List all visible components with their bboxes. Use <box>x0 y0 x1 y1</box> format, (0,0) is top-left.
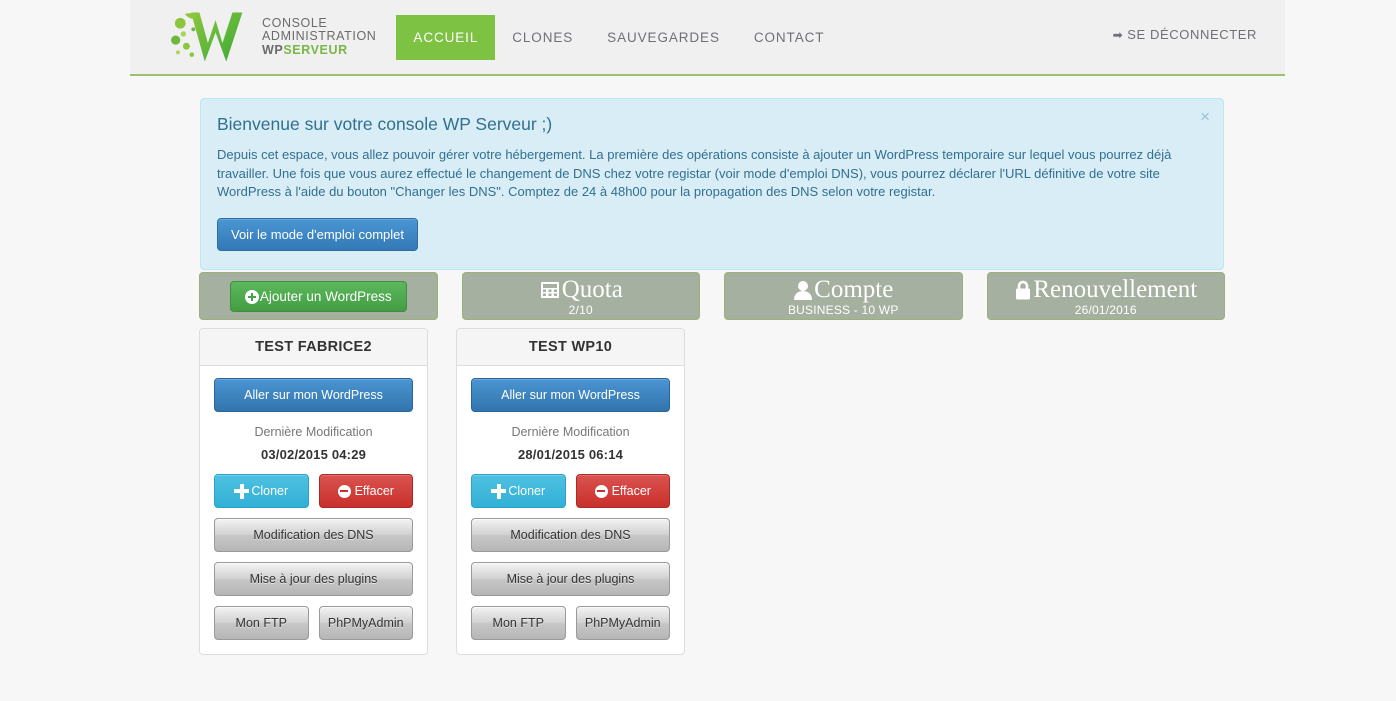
th-grid-icon <box>539 279 561 301</box>
sign-out-icon: ➡ <box>1112 27 1124 42</box>
delete-label: Effacer <box>611 484 651 498</box>
clone-button[interactable]: Cloner <box>471 474 566 508</box>
clone-delete-row: Cloner Effacer <box>214 474 413 508</box>
brand-logo[interactable]: CONSOLE ADMINISTRATION WPSERVEUR <box>168 0 376 74</box>
update-plugins-button[interactable]: Mise à jour des plugins <box>471 562 670 596</box>
brand-serveur: SERVEUR <box>283 42 348 57</box>
brand-line-3: WPSERVEUR <box>262 42 376 58</box>
last-modification-label: Dernière Modification <box>511 425 630 439</box>
lock-icon <box>1014 279 1032 301</box>
wpserveur-w-logo-icon <box>171 12 243 62</box>
view-manual-button[interactable]: Voir le mode d'emploi complet <box>217 217 419 251</box>
quota-value: 2/10 <box>568 302 593 317</box>
modify-dns-button[interactable]: Modification des DNS <box>471 518 670 552</box>
phpmyadmin-button[interactable]: PhPMyAdmin <box>318 606 413 640</box>
delete-button[interactable]: Effacer <box>575 474 670 508</box>
brand-line-1: CONSOLE <box>262 15 328 30</box>
main-navigation: ACCUEIL CLONES SAUVEGARDES CONTACT <box>396 0 841 74</box>
nav-item-sauvegardes[interactable]: SAUVEGARDES <box>590 16 737 59</box>
sites-list: TEST FABRICE2 Aller sur mon WordPress De… <box>199 328 685 655</box>
add-wordpress-label: Ajouter un WordPress <box>259 289 392 304</box>
update-plugins-button[interactable]: Mise à jour des plugins <box>214 562 413 596</box>
site-card-title: TEST WP10 <box>457 329 684 366</box>
quota-title: Quota <box>561 275 623 303</box>
brand-wp: WP <box>262 42 284 57</box>
user-icon <box>793 279 813 301</box>
my-ftp-button[interactable]: Mon FTP <box>471 606 566 640</box>
plus-icon <box>234 483 250 499</box>
last-modification-value: 03/02/2015 04:29 <box>260 447 367 462</box>
renewal-panel: Renouvellement 26/01/2016 <box>986 272 1225 320</box>
minus-circle-icon <box>594 484 608 498</box>
modify-dns-button[interactable]: Modification des DNS <box>214 518 413 552</box>
account-title: Compte <box>814 275 894 303</box>
site-card-title: TEST FABRICE2 <box>200 329 427 366</box>
go-to-wordpress-button[interactable]: Aller sur mon WordPress <box>471 378 670 412</box>
quota-panel: Quota 2/10 <box>461 272 700 320</box>
logout-link[interactable]: ➡ SE DÉCONNECTER <box>1113 27 1257 42</box>
nav-item-accueil[interactable]: ACCUEIL <box>396 14 496 60</box>
nav-item-clones[interactable]: CLONES <box>495 16 590 59</box>
account-title-row: Compte <box>793 275 894 303</box>
ftp-phpmyadmin-row: Mon FTP PhPMyAdmin <box>214 606 413 640</box>
nav-item-contact[interactable]: CONTACT <box>737 16 842 59</box>
close-icon[interactable]: × <box>1200 108 1210 125</box>
renewal-title: Renouvellement <box>1033 275 1198 303</box>
site-card: TEST FABRICE2 Aller sur mon WordPress De… <box>199 328 428 655</box>
plus-icon <box>491 483 507 499</box>
minus-circle-icon <box>337 484 351 498</box>
clone-label: Cloner <box>251 484 289 498</box>
renewal-date: 26/01/2016 <box>1074 302 1137 317</box>
delete-button[interactable]: Effacer <box>318 474 413 508</box>
ftp-phpmyadmin-row: Mon FTP PhPMyAdmin <box>471 606 670 640</box>
add-wordpress-button[interactable]: Ajouter un WordPress <box>229 281 407 312</box>
brand-text: CONSOLE ADMINISTRATION WPSERVEUR <box>262 15 377 58</box>
stats-row: Ajouter un WordPress Quota 2/10 Compte B… <box>199 272 1225 320</box>
welcome-alert: × Bienvenue sur votre console WP Serveur… <box>200 98 1224 270</box>
site-card: TEST WP10 Aller sur mon WordPress Derniè… <box>456 328 685 655</box>
quota-title-row: Quota <box>539 275 623 303</box>
clone-delete-row: Cloner Effacer <box>471 474 670 508</box>
delete-label: Effacer <box>354 484 394 498</box>
last-modification-value: 28/01/2015 06:14 <box>517 447 624 462</box>
account-panel: Compte BUSINESS - 10 WP <box>724 272 963 320</box>
phpmyadmin-button[interactable]: PhPMyAdmin <box>575 606 670 640</box>
clone-label: Cloner <box>508 484 546 498</box>
my-ftp-button[interactable]: Mon FTP <box>214 606 309 640</box>
renewal-title-row: Renouvellement <box>1014 275 1198 303</box>
go-to-wordpress-button[interactable]: Aller sur mon WordPress <box>214 378 413 412</box>
alert-body: Depuis cet espace, vous allez pouvoir gé… <box>217 147 1172 199</box>
logout-label: SE DÉCONNECTER <box>1127 27 1257 42</box>
last-modification-label: Dernière Modification <box>254 425 373 439</box>
site-header: CONSOLE ADMINISTRATION WPSERVEUR ACCUEIL… <box>130 0 1285 76</box>
alert-title: Bienvenue sur votre console WP Serveur ;… <box>217 114 553 134</box>
plus-circle-icon <box>244 289 259 304</box>
brand-line-2: ADMINISTRATION <box>262 29 377 44</box>
clone-button[interactable]: Cloner <box>214 474 309 508</box>
account-plan: BUSINESS - 10 WP <box>787 302 899 317</box>
add-wordpress-panel: Ajouter un WordPress <box>199 272 438 320</box>
